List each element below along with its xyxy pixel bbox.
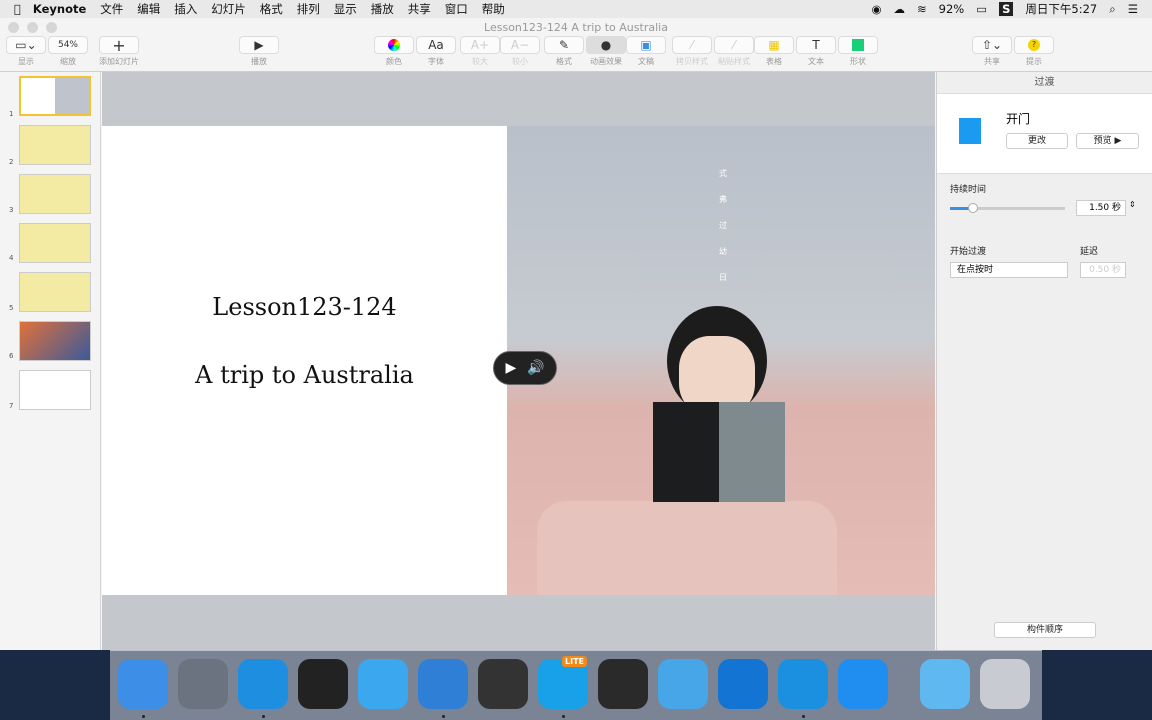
dock-icon-keynote[interactable]	[418, 659, 468, 709]
running-indicator	[142, 715, 145, 718]
menu-window[interactable]: 窗口	[445, 1, 468, 17]
shape-button[interactable]: 形状	[832, 36, 884, 67]
running-indicator	[562, 715, 565, 718]
slide-thumbnail[interactable]	[19, 125, 91, 165]
running-indicator	[442, 715, 445, 718]
slide-thumbnail[interactable]	[19, 370, 91, 410]
input-method-icon[interactable]: S	[999, 2, 1014, 16]
dock-icon-trash[interactable]	[980, 659, 1030, 709]
close-button[interactable]	[8, 22, 19, 33]
slide-thumbnail[interactable]	[19, 321, 91, 361]
slide-thumbnail[interactable]	[19, 223, 91, 263]
delay-field[interactable]: 0.50 秒	[1080, 262, 1126, 278]
apple-icon[interactable]: 	[14, 2, 21, 16]
minimize-button[interactable]	[27, 22, 38, 33]
menu-format[interactable]: 格式	[260, 1, 283, 17]
sidebar-icon: ▭⌄	[6, 36, 46, 54]
dropper-icon: ⁄	[672, 36, 712, 54]
spotlight-icon[interactable]: ⌕	[1109, 2, 1115, 17]
play-button[interactable]: ▶ 播放	[233, 36, 285, 67]
cloud-icon[interactable]: ☁	[894, 2, 906, 16]
play-icon: ▶	[239, 36, 279, 54]
menu-app[interactable]: Keynote	[33, 2, 86, 16]
document-icon: ▣	[626, 36, 666, 54]
notification-center-icon[interactable]: ☰	[1128, 2, 1138, 16]
running-indicator	[262, 715, 265, 718]
zoom-select[interactable]: 54% 缩放	[42, 36, 94, 67]
tips-button[interactable]: ? 提示	[1008, 36, 1060, 67]
zoom-button[interactable]	[46, 22, 57, 33]
dock-icon-preview[interactable]	[658, 659, 708, 709]
running-indicator	[802, 715, 805, 718]
table-icon: ▦	[754, 36, 794, 54]
share-icon: ⇧⌄	[972, 36, 1012, 54]
menu-view[interactable]: 显示	[334, 1, 357, 17]
battery-icon[interactable]: ▭	[976, 2, 987, 16]
dock-icon-cloud[interactable]	[778, 659, 828, 709]
slide-thumbnail[interactable]	[19, 272, 91, 312]
slide-title[interactable]: Lesson123-124	[212, 293, 396, 321]
help-icon: ?	[1014, 36, 1054, 54]
plus-icon: +	[99, 36, 139, 55]
brush-icon: ✎	[544, 36, 584, 54]
build-order-button[interactable]: 构件顺序	[994, 622, 1096, 638]
color-wheel-icon	[374, 36, 414, 54]
menu-help[interactable]: 帮助	[482, 1, 505, 17]
title-bar: Lesson123-124 A trip to Australia	[0, 18, 1152, 36]
preview-button[interactable]: 预览 ▶	[1076, 133, 1139, 149]
clock[interactable]: 周日下午5:27	[1025, 1, 1097, 17]
slide-navigator: 1 2 3 4 5 6 7	[0, 72, 101, 650]
window-title: Lesson123-124 A trip to Australia	[484, 20, 668, 34]
document-button[interactable]: ▣ 文稿	[620, 36, 672, 67]
start-transition-select[interactable]: 在点按时	[950, 262, 1068, 278]
duration-stepper[interactable]: ⇕	[1129, 200, 1136, 209]
battery-percent[interactable]: 92%	[939, 2, 965, 16]
dock-icon-quicktime[interactable]	[598, 659, 648, 709]
dock-icon-safari[interactable]	[238, 659, 288, 709]
dock-icon-folder[interactable]	[920, 659, 970, 709]
dock-icon-qq[interactable]	[298, 659, 348, 709]
transition-inspector: 过渡 开门 更改 预览 ▶ 持续时间 1.50 秒 ⇕ 开始过渡 延迟 在点按时…	[936, 72, 1152, 650]
slide-thumbnail[interactable]	[19, 76, 91, 116]
toolbar: ▭⌄ 显示 54% 缩放 + 添加幻灯片 ▶ 播放 颜色 Aa 字体 A+ 较大 A− 较小 …	[0, 36, 1152, 72]
duration-slider[interactable]	[950, 203, 1065, 213]
menu-share[interactable]: 共享	[408, 1, 431, 17]
add-slide-button[interactable]: + 添加幻灯片	[93, 36, 145, 67]
slide-thumbnail[interactable]	[19, 174, 91, 214]
play-icon[interactable]: ▶	[505, 360, 516, 376]
menu-play[interactable]: 播放	[371, 1, 394, 17]
slide-photo[interactable]: 式 弗 过 幼 日	[507, 126, 935, 595]
dock-icon-launchpad[interactable]	[178, 659, 228, 709]
record-icon[interactable]: ◉	[871, 2, 881, 16]
change-button[interactable]: 更改	[1006, 133, 1068, 149]
slide-canvas: Lesson123-124 A trip to Australia 式 弗 过 …	[102, 72, 935, 650]
menu-edit[interactable]: 编辑	[137, 1, 160, 17]
volume-icon[interactable]: 🔊	[527, 360, 544, 376]
dock-icon-app-store[interactable]	[838, 659, 888, 709]
dock-icon-k[interactable]	[718, 659, 768, 709]
menu-insert[interactable]: 插入	[174, 1, 197, 17]
dock-icon-qq-browser[interactable]	[358, 659, 408, 709]
transition-preview-icon	[959, 118, 981, 144]
menu-file[interactable]: 文件	[100, 1, 123, 17]
dock-icon-finder[interactable]	[118, 659, 168, 709]
keynote-window: Lesson123-124 A trip to Australia ▭⌄ 显示 5…	[0, 18, 1152, 650]
media-player-controls: ▶ 🔊	[493, 351, 557, 385]
menu-arrange[interactable]: 排列	[297, 1, 320, 17]
transition-name: 开门	[1006, 112, 1031, 126]
duration-field[interactable]: 1.50 秒	[1076, 200, 1126, 216]
slide-subtitle[interactable]: A trip to Australia	[195, 361, 414, 389]
lite-badge: LITE	[562, 656, 587, 667]
shape-icon	[838, 36, 878, 54]
menu-slide[interactable]: 幻灯片	[211, 1, 246, 17]
dock: LITE	[110, 650, 1042, 720]
wifi-icon[interactable]: ≋	[917, 2, 927, 16]
dock-icon-video[interactable]	[478, 659, 528, 709]
menu-bar:  Keynote 文件 编辑 插入 幻灯片 格式 排列 显示 播放 共享 窗口…	[0, 0, 1152, 18]
